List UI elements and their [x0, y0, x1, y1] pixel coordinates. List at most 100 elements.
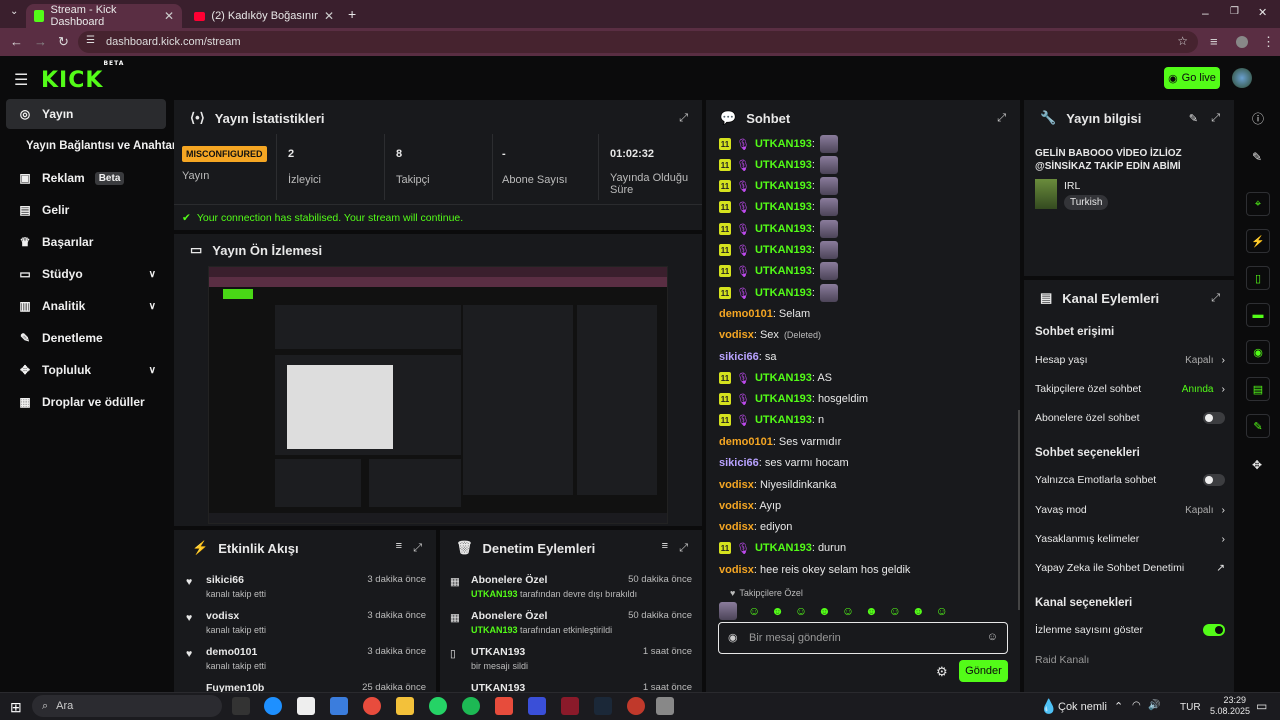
kick-logo[interactable]: KICKBETA: [41, 60, 124, 93]
pencil-icon[interactable]: ✎: [1252, 150, 1262, 164]
chat-username[interactable]: vodisx: [719, 564, 754, 576]
sidebar-item-stream-key[interactable]: Yayın Bağlantısı ve Anahtarı: [6, 131, 180, 161]
expand-icon[interactable]: ⤢: [1211, 112, 1220, 125]
stream-preview-video[interactable]: [208, 266, 668, 524]
app-icon[interactable]: [528, 697, 546, 715]
expand-icon[interactable]: ⤢: [1211, 292, 1220, 305]
app-icon[interactable]: [627, 697, 645, 715]
filter-icon[interactable]: ≡: [396, 540, 402, 552]
expand-icon[interactable]: ⤢: [679, 112, 688, 125]
setting-followers-only[interactable]: Takipçilere özel sohbet Anında ›: [1035, 380, 1225, 398]
emote[interactable]: [719, 602, 737, 620]
chat-username[interactable]: vodisx: [719, 329, 754, 341]
rail-panel-icon[interactable]: ▤: [1246, 377, 1270, 401]
expand-icon[interactable]: ⤢: [413, 542, 422, 555]
maximize-icon[interactable]: ❐: [1230, 6, 1239, 17]
chrome-icon[interactable]: [363, 697, 381, 715]
expand-icon[interactable]: ⤢: [997, 112, 1006, 125]
emote[interactable]: ☺: [842, 604, 854, 618]
chat-username[interactable]: UTKAN193: [755, 287, 812, 299]
extensions-icon[interactable]: ≡: [1210, 34, 1218, 49]
emote-bar[interactable]: ☺ ☻ ☺ ☻ ☺ ☻ ☺ ☻ ☺: [719, 601, 1009, 621]
clock[interactable]: 23:29 5.08.2025: [1210, 695, 1250, 717]
chat-username[interactable]: sikici66: [719, 457, 759, 469]
setting-account-age[interactable]: Hesap yaşı Kapalı ›: [1035, 351, 1225, 369]
chat-username[interactable]: UTKAN193: [755, 159, 812, 171]
filter-icon[interactable]: ≡: [662, 540, 668, 552]
rail-trash-icon[interactable]: ▯: [1246, 266, 1270, 290]
toggle-switch[interactable]: [1203, 474, 1225, 486]
rail-chat-icon[interactable]: ▬: [1246, 303, 1270, 327]
sidebar-item-studyo[interactable]: ▭ Stüdyo ∨: [6, 259, 166, 289]
profile-icon[interactable]: [1236, 36, 1248, 48]
chat-username[interactable]: sikici66: [719, 351, 759, 363]
setting-banned-words[interactable]: Yasaklanmış kelimeler ›: [1035, 530, 1225, 548]
app-icon[interactable]: [561, 697, 579, 715]
sidebar-item-basarilar[interactable]: ♛ Başarılar: [6, 227, 166, 257]
setting-slow-mode[interactable]: Yavaş mod Kapalı ›: [1035, 501, 1225, 519]
back-icon[interactable]: ←: [10, 34, 23, 49]
sidebar-item-gelir[interactable]: ▤ Gelir: [6, 195, 166, 225]
mail-icon[interactable]: [330, 697, 348, 715]
tab-search-icon[interactable]: ⌄: [10, 6, 18, 17]
whatsapp-icon[interactable]: [429, 697, 447, 715]
file-explorer-icon[interactable]: [396, 697, 414, 715]
info-icon[interactable]: ⓘ: [1252, 110, 1264, 127]
chat-username[interactable]: UTKAN193: [755, 265, 812, 277]
volume-icon[interactable]: 🔊: [1148, 700, 1160, 711]
sidebar-item-topluluk[interactable]: ✥ Topluluk ∨: [6, 355, 166, 385]
spotify-icon[interactable]: [462, 697, 480, 715]
edit-pencil-icon[interactable]: ✎: [1189, 112, 1198, 125]
chat-username[interactable]: vodisx: [719, 500, 754, 512]
chat-username[interactable]: UTKAN193: [755, 138, 812, 150]
tab-youtube[interactable]: (2) Kadıköy Boğasının En Sevdiğ ✕: [186, 4, 342, 28]
setting-ai-moderation[interactable]: Yapay Zeka ile Sohbet Denetimi ↗: [1035, 559, 1225, 577]
new-tab-icon[interactable]: +: [348, 6, 356, 22]
toggle-switch[interactable]: [1203, 624, 1225, 636]
chat-username[interactable]: UTKAN193: [755, 542, 812, 554]
url-field[interactable]: ☰ dashboard.kick.com/stream ☆: [78, 31, 1198, 53]
taskbar-search[interactable]: ⌕ Ara: [32, 695, 222, 717]
store-icon[interactable]: [297, 697, 315, 715]
hamburger-menu-icon[interactable]: ☰: [14, 70, 28, 90]
reload-icon[interactable]: ↻: [58, 34, 69, 50]
close-tab-icon[interactable]: ✕: [324, 9, 334, 23]
chat-username[interactable]: UTKAN193: [755, 201, 812, 213]
forward-icon[interactable]: →: [34, 34, 47, 49]
tab-kick-dashboard[interactable]: Stream - Kick Dashboard ✕: [26, 4, 182, 28]
user-avatar[interactable]: [1232, 68, 1252, 88]
chat-username[interactable]: UTKAN193: [755, 372, 812, 384]
app-icon[interactable]: [656, 697, 674, 715]
chat-username[interactable]: demo0101: [719, 308, 773, 320]
wifi-icon[interactable]: ◠: [1132, 700, 1141, 711]
chat-username[interactable]: vodisx: [719, 479, 754, 491]
chat-settings-gear-icon[interactable]: ⚙: [936, 664, 948, 680]
setting-subscribers-only[interactable]: Abonelere özel sohbet: [1035, 409, 1225, 427]
sidebar-item-analitik[interactable]: ▥ Analitik ∨: [6, 291, 166, 321]
emote[interactable]: ☻: [865, 604, 878, 618]
sidebar-item-droplar[interactable]: ▦ Droplar ve ödüller: [6, 387, 166, 417]
chat-username[interactable]: demo0101: [719, 436, 773, 448]
emote[interactable]: ☺: [936, 604, 948, 618]
chat-username[interactable]: UTKAN193: [755, 244, 812, 256]
go-live-button[interactable]: ◉ Go live: [1164, 67, 1220, 89]
language-indicator[interactable]: TUR: [1180, 702, 1201, 713]
chat-username[interactable]: UTKAN193: [755, 393, 812, 405]
emoji-picker-icon[interactable]: ☺: [987, 631, 998, 643]
category-thumbnail[interactable]: [1035, 179, 1057, 209]
emote[interactable]: ☻: [771, 604, 784, 618]
emote[interactable]: ☺: [889, 604, 901, 618]
send-button[interactable]: Gönder: [959, 660, 1008, 682]
windows-start-icon[interactable]: ⊞: [10, 699, 22, 716]
setting-show-viewer-count[interactable]: İzlenme sayısını göster: [1035, 621, 1225, 639]
chat-username[interactable]: UTKAN193: [755, 180, 812, 192]
chat-username[interactable]: UTKAN193: [755, 414, 812, 426]
chat-message-input[interactable]: ◉ Bir mesaj gönderin ☺: [718, 622, 1008, 654]
toggle-switch[interactable]: [1203, 412, 1225, 424]
task-view-icon[interactable]: [232, 697, 250, 715]
rail-wrench-icon[interactable]: ✎: [1246, 414, 1270, 438]
sidebar-item-yayin[interactable]: ◎ Yayın: [6, 99, 166, 129]
minimize-icon[interactable]: –: [1202, 6, 1209, 20]
app-icon[interactable]: [495, 697, 513, 715]
setting-raid-channel[interactable]: Raid Kanalı: [1035, 651, 1225, 669]
